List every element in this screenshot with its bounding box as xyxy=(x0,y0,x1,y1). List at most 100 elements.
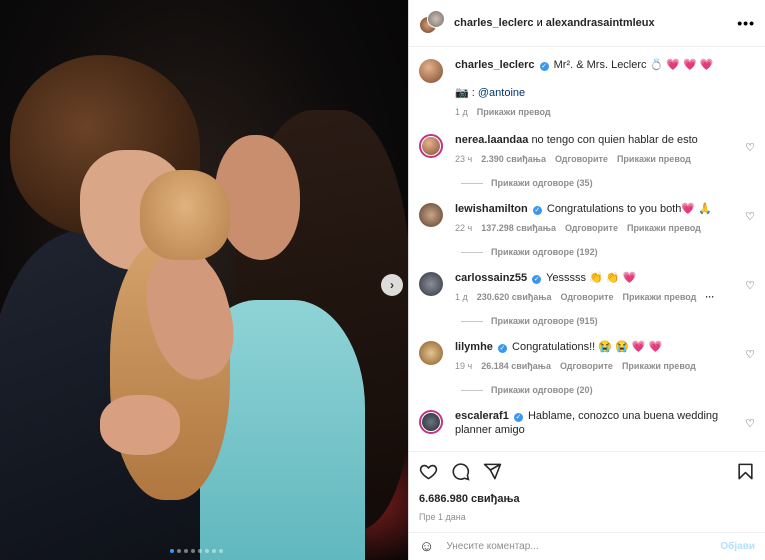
comment-user[interactable]: lewishamilton xyxy=(455,203,528,215)
avatar[interactable] xyxy=(419,341,443,365)
comment-text: Yesssss 👏 👏 💗 xyxy=(546,272,637,284)
comment-user[interactable]: nerea.laandaa xyxy=(455,134,528,146)
comment-text: no tengo con quien hablar de esto xyxy=(531,134,698,146)
translate-button[interactable]: Прикажи превод xyxy=(617,154,691,164)
chevron-right-icon: › xyxy=(390,278,394,292)
view-replies-label: Прикажи одговоре (192) xyxy=(491,247,598,257)
carousel-dot xyxy=(212,549,216,553)
carousel-dots xyxy=(170,549,223,553)
post-actions: 6.686.980 свиђања Пре 1 дана xyxy=(409,451,765,522)
comment-form: ☺ Објави xyxy=(409,532,765,560)
reply-button[interactable]: Одговорите xyxy=(555,154,608,164)
post-photo[interactable]: › xyxy=(0,0,408,560)
comment: lewishamilton ✓ Congratulations to you b… xyxy=(419,202,755,233)
post-date[interactable]: Пре 1 дана xyxy=(419,512,755,522)
verified-icon: ✓ xyxy=(497,344,507,353)
translate-button[interactable]: Прикажи превод xyxy=(623,292,697,302)
avatar[interactable] xyxy=(419,272,443,296)
comment-text: Congratulations to you both💗 🙏 xyxy=(546,203,712,215)
view-replies-label: Прикажи одговоре (35) xyxy=(491,178,593,188)
post-comment-button[interactable]: Објави xyxy=(720,541,755,552)
avatar[interactable] xyxy=(419,134,443,158)
comment: carlossainz55 ✓ Yesssss 👏 👏 💗 1 д 230.62… xyxy=(419,271,755,302)
translate-button[interactable]: Прикажи превод xyxy=(622,361,696,371)
emoji-icon[interactable]: ☺ xyxy=(419,538,434,555)
comment: escaleraf1 ✓ Hablame, conozco una buena … xyxy=(419,409,755,437)
avatar[interactable] xyxy=(419,59,443,83)
like-comment-icon[interactable]: ♡ xyxy=(745,417,755,430)
view-replies-button[interactable]: Прикажи одговоре (35) xyxy=(461,178,755,188)
comment-user[interactable]: carlossainz55 xyxy=(455,272,527,284)
view-replies-button[interactable]: Прикажи одговоре (915) xyxy=(461,316,755,326)
reply-button[interactable]: Одговорите xyxy=(565,223,618,233)
like-comment-icon[interactable]: ♡ xyxy=(745,210,755,223)
divider xyxy=(461,182,483,184)
carousel-dot xyxy=(219,549,223,553)
reply-button[interactable]: Одговорите xyxy=(561,292,614,302)
comment-likes[interactable]: 137.298 свиђања xyxy=(481,223,556,233)
like-comment-icon[interactable]: ♡ xyxy=(745,348,755,361)
comment-user[interactable]: charles_leclerc xyxy=(455,59,535,71)
comment-time[interactable]: 23 ч xyxy=(455,154,472,164)
comment-likes[interactable]: 2.390 свиђања xyxy=(481,154,546,164)
view-replies-button[interactable]: Прикажи одговоре (20) xyxy=(461,385,755,395)
avatar xyxy=(427,10,445,28)
caption-text: Mr². & Mrs. Leclerc 💍 💗 💗 💗 xyxy=(553,59,714,71)
comment-likes[interactable]: 230.620 свиђања xyxy=(477,292,552,302)
collab-avatars[interactable] xyxy=(419,10,445,36)
caption: charles_leclerc ✓ Mr². & Mrs. Leclerc 💍 … xyxy=(419,58,755,117)
post-modal: › charles_leclerc и alexandrasaintmleux xyxy=(0,0,765,560)
comments-list[interactable]: charles_leclerc ✓ Mr². & Mrs. Leclerc 💍 … xyxy=(409,48,765,450)
author-link[interactable]: alexandrasaintmleux xyxy=(546,17,655,29)
comment-time[interactable]: 19 ч xyxy=(455,361,472,371)
comment-user[interactable]: escaleraf1 xyxy=(455,410,509,422)
bookmark-icon[interactable] xyxy=(736,462,755,481)
comment-user[interactable]: lilymhe xyxy=(455,341,493,353)
view-replies-label: Прикажи одговоре (20) xyxy=(491,385,593,395)
post-authors: charles_leclerc и alexandrasaintmleux xyxy=(454,17,737,29)
carousel-dot xyxy=(170,549,174,553)
avatar[interactable] xyxy=(419,410,443,434)
carousel-dot xyxy=(177,549,181,553)
post-header: charles_leclerc и alexandrasaintmleux ••… xyxy=(409,0,765,47)
like-comment-icon[interactable]: ♡ xyxy=(745,279,755,292)
like-comment-icon[interactable]: ♡ xyxy=(745,141,755,154)
divider xyxy=(461,251,483,253)
more-horizontal-icon[interactable]: ••• xyxy=(737,15,755,31)
mention-link[interactable]: @antoine xyxy=(478,87,525,99)
comment-time[interactable]: 1 д xyxy=(455,107,468,117)
verified-icon: ✓ xyxy=(539,62,549,71)
post-side-panel: charles_leclerc и alexandrasaintmleux ••… xyxy=(408,0,765,560)
next-slide-button[interactable]: › xyxy=(381,274,403,296)
share-icon[interactable] xyxy=(483,462,502,481)
translate-button[interactable]: Прикажи превод xyxy=(627,223,701,233)
view-replies-label: Прикажи одговоре (915) xyxy=(491,316,598,326)
divider xyxy=(461,320,483,322)
divider xyxy=(461,389,483,391)
like-count[interactable]: 6.686.980 свиђања xyxy=(419,493,755,505)
verified-icon: ✓ xyxy=(532,275,542,284)
verified-icon: ✓ xyxy=(513,413,523,422)
carousel-dot xyxy=(198,549,202,553)
comment-icon[interactable] xyxy=(451,462,470,481)
comment-time[interactable]: 1 д xyxy=(455,292,468,302)
comment-likes[interactable]: 26.184 свиђања xyxy=(481,361,551,371)
translate-button[interactable]: Прикажи превод xyxy=(477,107,551,117)
carousel-dot xyxy=(205,549,209,553)
heart-icon[interactable] xyxy=(419,462,438,481)
avatar[interactable] xyxy=(419,203,443,227)
view-replies-button[interactable]: Прикажи одговоре (192) xyxy=(461,247,755,257)
comment-options-icon[interactable]: ··· xyxy=(705,292,714,302)
man-hand xyxy=(100,395,180,455)
comment: nerea.laandaa no tengo con quien hablar … xyxy=(419,133,755,164)
carousel-dot xyxy=(191,549,195,553)
comment-text: Congratulations!! 😭 😭 💗 💗 xyxy=(512,341,663,353)
author-link[interactable]: charles_leclerc xyxy=(454,17,534,29)
comment-time[interactable]: 22 ч xyxy=(455,223,472,233)
and-text: и xyxy=(536,17,543,29)
camera-icon: 📷 : xyxy=(455,87,475,99)
reply-button[interactable]: Одговорите xyxy=(560,361,613,371)
comment: lilymhe ✓ Congratulations!! 😭 😭 💗 💗 19 ч… xyxy=(419,340,755,371)
comment-input[interactable] xyxy=(446,541,721,552)
dog-head xyxy=(140,170,230,260)
